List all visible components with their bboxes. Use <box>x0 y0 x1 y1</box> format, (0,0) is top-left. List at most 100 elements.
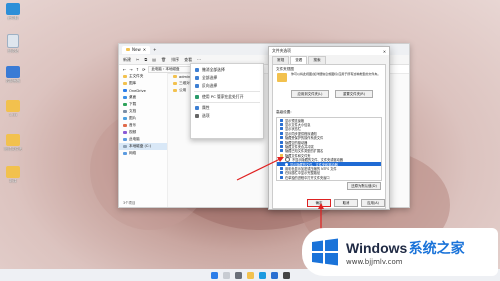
pc-manager-icon <box>195 95 199 99</box>
select-all-icon <box>195 76 199 80</box>
new-tab-icon[interactable]: + <box>153 47 156 52</box>
task-view-icon[interactable] <box>234 271 242 279</box>
sidebar-item-onedrive[interactable]: OneDrive <box>119 87 167 94</box>
sidebar-item-downloads[interactable]: 下载 <box>119 101 167 108</box>
sidebar-item-desktop[interactable]: 桌面 <box>119 94 167 101</box>
checkbox[interactable] <box>280 166 283 170</box>
gallery-icon <box>123 82 127 85</box>
network-icon <box>123 152 127 155</box>
tab-general[interactable]: 常规 <box>272 56 290 64</box>
watermark-url: www.bjjmlv.com <box>346 258 403 266</box>
file-explorer-icon[interactable] <box>246 271 254 279</box>
checkbox[interactable] <box>280 123 283 127</box>
invert-selection-icon <box>195 84 199 88</box>
folder-options-dialog: 文件夹选项 ✕ 常规 查看 搜索 文件夹视图 你可以将此视图(如详细信息或图标)… <box>268 46 390 210</box>
back-icon[interactable]: ← <box>123 67 126 72</box>
reset-folders-button[interactable]: 重置文件夹(R) <box>335 90 373 98</box>
checkbox[interactable] <box>280 145 283 149</box>
checkbox[interactable] <box>280 140 283 144</box>
desktop-icon-control-panel[interactable]: 控制面板 <box>2 66 24 84</box>
advanced-settings-list[interactable]: 显示预览窗格 显示文件大小信息 显示状态栏 显示同步提供程序通知 隐藏受保护的操… <box>276 117 382 181</box>
checkbox[interactable] <box>280 127 283 131</box>
folder-icon <box>173 82 177 85</box>
properties-icon <box>195 106 199 110</box>
close-icon[interactable]: ✕ <box>143 47 146 52</box>
menu-item-properties[interactable]: 属性 <box>191 104 263 112</box>
cut-icon[interactable]: ✂ <box>136 57 139 62</box>
folder-view-description: 你可以将此视图(如详细信息或图标)应用于所有这种类型的文件夹。 <box>291 72 381 76</box>
home-icon <box>123 75 127 78</box>
checkbox[interactable] <box>280 131 283 135</box>
search-icon[interactable] <box>222 271 230 279</box>
download-icon <box>123 103 127 106</box>
desktop-icon-recycle-bin[interactable]: 回收站 <box>2 34 24 54</box>
up-icon[interactable]: ↑ <box>136 67 139 72</box>
sort-button[interactable]: 排序 <box>171 57 179 63</box>
more-options-menu: 撤消全部选择 全部选择 反向选择 使用 PC 管家在此处打开 属性 选项 <box>190 63 264 139</box>
desktop-icon-new[interactable]: 新建 <box>2 166 24 184</box>
checkbox[interactable] <box>280 136 283 140</box>
close-icon[interactable]: ✕ <box>383 49 386 54</box>
checkbox[interactable] <box>280 149 283 153</box>
view-tab-pane: 文件夹视图 你可以将此视图(如详细信息或图标)应用于所有这种类型的文件夹。 应用… <box>272 64 386 209</box>
dialog-tabs: 常规 查看 搜索 <box>269 55 389 64</box>
menu-item-open-pc-manager[interactable]: 使用 PC 管家在此处打开 <box>191 93 263 101</box>
sidebar-item-gallery[interactable]: 图库 <box>119 80 167 87</box>
cancel-button[interactable]: 取消 <box>334 199 358 207</box>
sidebar-item-network[interactable]: 网络 <box>119 150 167 157</box>
select-none-icon <box>195 68 199 72</box>
restore-defaults-button[interactable]: 还原为默认值(D) <box>347 182 381 190</box>
apply-to-folders-button[interactable]: 应用到文件夹(L) <box>291 90 329 98</box>
checkbox[interactable] <box>280 171 283 175</box>
store-icon[interactable] <box>270 271 278 279</box>
ok-button[interactable]: 确定 <box>307 199 331 207</box>
desktop-icon <box>123 96 127 99</box>
new-button[interactable]: 新建 <box>123 57 131 63</box>
menu-item-select-none[interactable]: 撤消全部选择 <box>191 66 263 74</box>
folder-icon <box>173 75 177 78</box>
checkbox[interactable] <box>280 118 283 122</box>
copy-icon[interactable]: ⧉ <box>144 57 147 62</box>
checkbox[interactable] <box>280 175 283 179</box>
watermark-text: Windows 系统之家 www.bjjmlv.com <box>346 238 465 266</box>
settings-icon[interactable] <box>282 271 290 279</box>
menu-item-invert-selection[interactable]: 反向选择 <box>191 82 263 90</box>
watermark: Windows 系统之家 www.bjjmlv.com <box>302 228 498 276</box>
more-icon[interactable]: ··· <box>197 57 201 62</box>
apply-button[interactable]: 应用(A) <box>361 199 385 207</box>
tab-search[interactable]: 搜索 <box>308 56 326 64</box>
sidebar-item-videos[interactable]: 视频 <box>119 129 167 136</box>
explorer-tab[interactable]: New ✕ <box>122 45 151 54</box>
sidebar-item-pictures[interactable]: 图片 <box>119 115 167 122</box>
paste-icon[interactable]: ▤ <box>152 57 156 62</box>
sidebar-item-this-pc[interactable]: 此电脑 <box>119 136 167 143</box>
navigation-pane: 主文件夹 图库 OneDrive 桌面 下载 文档 图片 音乐 视频 此电脑 本… <box>119 73 168 207</box>
desktop-icon-this-pc[interactable]: 此电脑 <box>2 3 24 21</box>
sidebar-item-documents[interactable]: 文档 <box>119 108 167 115</box>
folder-icon <box>6 100 20 112</box>
refresh-icon[interactable]: ⟳ <box>142 67 145 72</box>
video-icon <box>123 131 127 134</box>
menu-divider <box>194 91 260 92</box>
control-panel-icon <box>6 66 20 78</box>
monitor-icon <box>6 3 20 15</box>
menu-item-options[interactable]: 选项 <box>191 112 263 120</box>
delete-icon[interactable]: 🗑 <box>161 57 166 62</box>
folder-icon <box>173 89 177 92</box>
dialog-footer: 确定 取消 应用(A) <box>269 197 389 209</box>
tab-view[interactable]: 查看 <box>290 56 308 64</box>
start-icon[interactable] <box>210 271 218 279</box>
desktop-icon-folder[interactable]: 测试文件夹 <box>2 134 24 152</box>
list-item[interactable]: 在单独的进程中打开文件夹窗口 <box>277 175 381 180</box>
menu-item-select-all[interactable]: 全部选择 <box>191 74 263 82</box>
view-button[interactable]: 查看 <box>184 57 192 63</box>
edge-icon[interactable] <box>258 271 266 279</box>
sidebar-item-music[interactable]: 音乐 <box>119 122 167 129</box>
sidebar-item-home[interactable]: 主文件夹 <box>119 73 167 80</box>
folder-icon <box>126 48 130 51</box>
section-advanced: 高级设置: <box>276 110 292 114</box>
folder-icon <box>6 166 20 178</box>
sidebar-item-local-disk[interactable]: 本地磁盘 (C:) <box>119 143 167 150</box>
forward-icon[interactable]: → <box>129 67 132 72</box>
desktop-icon-txt[interactable]: 1.txt <box>2 100 24 117</box>
